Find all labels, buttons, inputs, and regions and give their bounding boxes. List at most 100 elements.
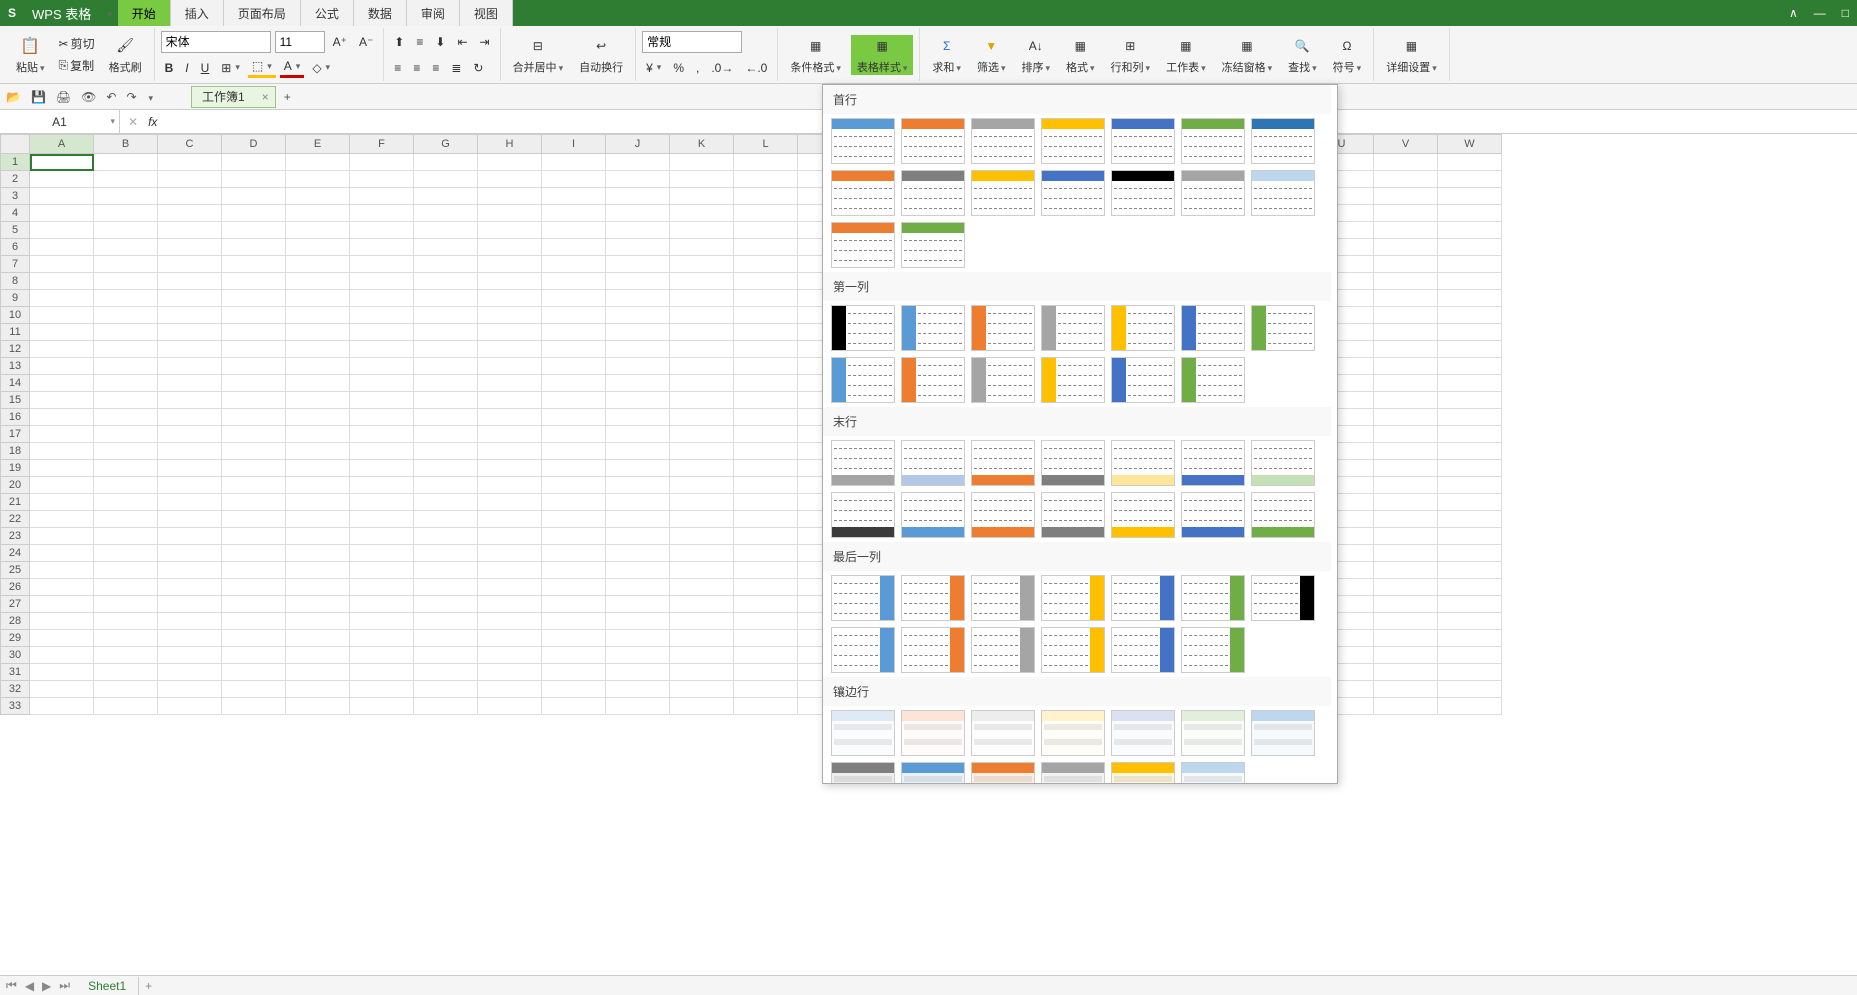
row-header[interactable]: 13 — [0, 358, 30, 375]
cell[interactable] — [1374, 341, 1438, 358]
cell[interactable] — [1438, 494, 1502, 511]
style-thumb[interactable] — [1181, 357, 1245, 403]
cell[interactable] — [414, 613, 478, 630]
cell[interactable] — [286, 443, 350, 460]
cell[interactable] — [30, 511, 94, 528]
row-header[interactable]: 4 — [0, 205, 30, 222]
cell[interactable] — [734, 477, 798, 494]
cell[interactable] — [30, 664, 94, 681]
cell[interactable] — [1374, 494, 1438, 511]
cell[interactable] — [30, 171, 94, 188]
cell[interactable] — [1438, 256, 1502, 273]
cell[interactable] — [606, 647, 670, 664]
cell[interactable] — [414, 256, 478, 273]
cell[interactable] — [1374, 358, 1438, 375]
cell[interactable] — [734, 239, 798, 256]
decimal-increase-icon[interactable]: .0→ — [707, 59, 737, 77]
cell[interactable] — [670, 460, 734, 477]
style-thumb[interactable] — [1111, 305, 1175, 351]
cell[interactable] — [734, 290, 798, 307]
cell[interactable] — [734, 324, 798, 341]
cell[interactable] — [606, 256, 670, 273]
cell[interactable] — [286, 154, 350, 171]
cell[interactable] — [1438, 188, 1502, 205]
cell[interactable] — [158, 307, 222, 324]
bold-button[interactable]: B — [161, 59, 178, 77]
cell[interactable] — [1438, 596, 1502, 613]
cell[interactable] — [94, 341, 158, 358]
cell[interactable] — [734, 698, 798, 715]
style-thumb[interactable] — [971, 357, 1035, 403]
decimal-decrease-icon[interactable]: ←.0 — [741, 59, 771, 77]
cell[interactable] — [414, 698, 478, 715]
style-thumb[interactable] — [1251, 118, 1315, 164]
cell[interactable] — [222, 341, 286, 358]
cell[interactable] — [478, 528, 542, 545]
cell[interactable] — [542, 324, 606, 341]
cell[interactable] — [1438, 562, 1502, 579]
cell[interactable] — [222, 290, 286, 307]
cell[interactable] — [30, 375, 94, 392]
cell[interactable] — [606, 545, 670, 562]
cell[interactable] — [670, 647, 734, 664]
cell[interactable] — [1438, 358, 1502, 375]
cell[interactable] — [286, 188, 350, 205]
cell[interactable] — [350, 613, 414, 630]
cell[interactable] — [734, 562, 798, 579]
cell[interactable] — [158, 324, 222, 341]
cell[interactable] — [734, 375, 798, 392]
cell[interactable] — [734, 154, 798, 171]
cell[interactable] — [478, 545, 542, 562]
style-thumb[interactable] — [1041, 492, 1105, 538]
row-header[interactable]: 32 — [0, 681, 30, 698]
cell[interactable] — [1374, 256, 1438, 273]
cell[interactable] — [222, 239, 286, 256]
cell[interactable] — [478, 239, 542, 256]
style-thumb[interactable] — [1111, 762, 1175, 784]
cell[interactable] — [606, 562, 670, 579]
cell[interactable] — [670, 613, 734, 630]
cell[interactable] — [350, 409, 414, 426]
cell[interactable] — [222, 562, 286, 579]
cell[interactable] — [94, 239, 158, 256]
cell[interactable] — [222, 596, 286, 613]
cell[interactable] — [542, 664, 606, 681]
cell[interactable] — [222, 613, 286, 630]
style-thumb[interactable] — [1111, 357, 1175, 403]
cell[interactable] — [670, 222, 734, 239]
cell[interactable] — [222, 256, 286, 273]
select-all-corner[interactable] — [0, 134, 30, 154]
align-top-icon[interactable]: ⬆ — [390, 33, 408, 51]
cell[interactable] — [286, 239, 350, 256]
cell[interactable] — [414, 409, 478, 426]
cell[interactable] — [30, 630, 94, 647]
cell[interactable] — [286, 698, 350, 715]
cell[interactable] — [222, 630, 286, 647]
cell[interactable] — [1438, 222, 1502, 239]
style-thumb[interactable] — [901, 222, 965, 268]
sum-button[interactable]: Σ求和 — [926, 35, 967, 75]
cell[interactable] — [1438, 324, 1502, 341]
cell[interactable] — [94, 494, 158, 511]
tab-start[interactable]: 开始 — [118, 0, 171, 26]
cell[interactable] — [286, 273, 350, 290]
cell[interactable] — [606, 307, 670, 324]
cell[interactable] — [30, 205, 94, 222]
cell[interactable] — [670, 307, 734, 324]
cell[interactable] — [1438, 239, 1502, 256]
cell[interactable] — [670, 154, 734, 171]
row-header[interactable]: 23 — [0, 528, 30, 545]
cell[interactable] — [414, 171, 478, 188]
cell[interactable] — [158, 460, 222, 477]
cell[interactable] — [414, 375, 478, 392]
cell[interactable] — [94, 647, 158, 664]
style-thumb[interactable] — [1041, 627, 1105, 673]
cell[interactable] — [30, 324, 94, 341]
cell[interactable] — [350, 358, 414, 375]
style-thumb[interactable] — [1181, 305, 1245, 351]
cell[interactable] — [1374, 426, 1438, 443]
cell[interactable] — [94, 460, 158, 477]
cell[interactable] — [350, 154, 414, 171]
cell[interactable] — [1374, 239, 1438, 256]
cell[interactable] — [414, 664, 478, 681]
